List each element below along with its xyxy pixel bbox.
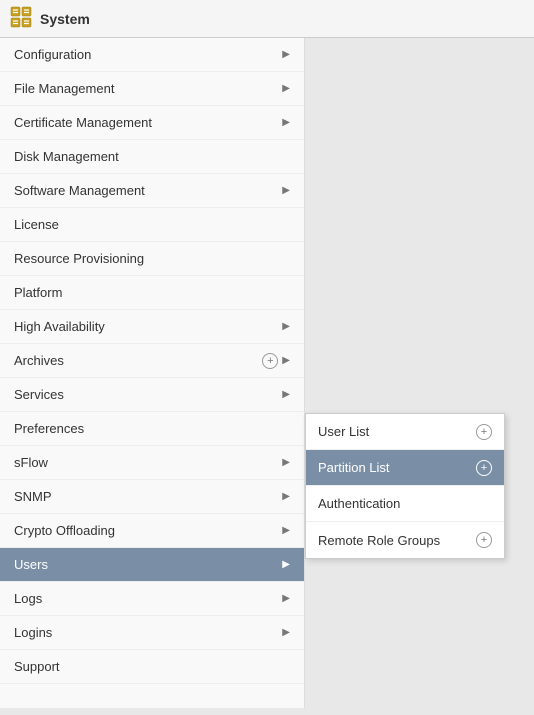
chevron-icon-users: ▶ <box>282 559 290 570</box>
menu-item-archives[interactable]: Archives + ▶ <box>0 344 304 378</box>
menu-item-label-sflow: sFlow <box>14 455 48 470</box>
submenu-item-remote-role-groups[interactable]: Remote Role Groups + <box>306 522 504 558</box>
chevron-icon-archives: ▶ <box>282 355 290 366</box>
plus-icon-sub-user-list[interactable]: + <box>476 424 492 440</box>
menu-item-label-logs: Logs <box>14 591 42 606</box>
page-title: System <box>40 11 90 27</box>
menu-item-label-configuration: Configuration <box>14 47 91 62</box>
menu-item-platform[interactable]: Platform <box>0 276 304 310</box>
menu-item-configuration[interactable]: Configuration ▶ <box>0 38 304 72</box>
submenu-item-label-partition-list: Partition List <box>318 460 390 475</box>
chevron-icon-high-availability: ▶ <box>282 321 290 332</box>
menu-item-label-file-management: File Management <box>14 81 114 96</box>
plus-icon-sub-partition-list[interactable]: + <box>476 460 492 476</box>
primary-menu: Configuration▶File Management▶Certificat… <box>0 38 305 708</box>
chevron-icon-logs: ▶ <box>282 593 290 604</box>
submenu-item-authentication[interactable]: Authentication <box>306 486 504 522</box>
menu-item-preferences[interactable]: Preferences <box>0 412 304 446</box>
menu-item-logins[interactable]: Logins ▶ <box>0 616 304 650</box>
plus-icon-archives[interactable]: + <box>262 353 278 369</box>
menu-item-label-license: License <box>14 217 59 232</box>
menu-item-crypto-offloading[interactable]: Crypto Offloading ▶ <box>0 514 304 548</box>
chevron-icon-logins: ▶ <box>282 627 290 638</box>
menu-item-resource-provisioning[interactable]: Resource Provisioning <box>0 242 304 276</box>
menu-item-snmp[interactable]: SNMP ▶ <box>0 480 304 514</box>
menu-item-disk-management[interactable]: Disk Management <box>0 140 304 174</box>
submenu-item-user-list[interactable]: User List + <box>306 414 504 450</box>
menu-item-label-platform: Platform <box>14 285 62 300</box>
menu-item-services[interactable]: Services ▶ <box>0 378 304 412</box>
menu-item-software-management[interactable]: Software Management ▶ <box>0 174 304 208</box>
menu-item-file-management[interactable]: File Management ▶ <box>0 72 304 106</box>
menu-item-label-logins: Logins <box>14 625 52 640</box>
menu-item-label-users: Users <box>14 557 48 572</box>
menu-item-logs[interactable]: Logs ▶ <box>0 582 304 616</box>
submenu-item-label-user-list: User List <box>318 424 369 439</box>
chevron-icon-software-management: ▶ <box>282 185 290 196</box>
menu-item-label-certificate-management: Certificate Management <box>14 115 152 130</box>
chevron-icon-snmp: ▶ <box>282 491 290 502</box>
menu-item-support[interactable]: Support <box>0 650 304 684</box>
system-icon <box>10 6 32 31</box>
chevron-icon-services: ▶ <box>282 389 290 400</box>
chevron-icon-configuration: ▶ <box>282 49 290 60</box>
submenu-item-label-remote-role-groups: Remote Role Groups <box>318 533 440 548</box>
menu-item-sflow[interactable]: sFlow ▶ <box>0 446 304 480</box>
chevron-icon-file-management: ▶ <box>282 83 290 94</box>
submenu-item-label-authentication: Authentication <box>318 496 400 511</box>
menu-item-label-preferences: Preferences <box>14 421 84 436</box>
menu-item-high-availability[interactable]: High Availability ▶ <box>0 310 304 344</box>
menu-item-license[interactable]: License <box>0 208 304 242</box>
chevron-icon-crypto-offloading: ▶ <box>282 525 290 536</box>
plus-icon-sub-remote-role-groups[interactable]: + <box>476 532 492 548</box>
submenu-item-partition-list[interactable]: Partition List + <box>306 450 504 486</box>
menu-item-label-crypto-offloading: Crypto Offloading <box>14 523 115 538</box>
chevron-icon-sflow: ▶ <box>282 457 290 468</box>
menu-item-certificate-management[interactable]: Certificate Management ▶ <box>0 106 304 140</box>
menu-item-label-support: Support <box>14 659 60 674</box>
menu-item-label-archives: Archives <box>14 353 64 368</box>
header: System <box>0 0 534 38</box>
menu-item-label-snmp: SNMP <box>14 489 52 504</box>
menu-item-label-resource-provisioning: Resource Provisioning <box>14 251 144 266</box>
menu-item-label-services: Services <box>14 387 64 402</box>
chevron-icon-certificate-management: ▶ <box>282 117 290 128</box>
menu-item-users[interactable]: Users ▶ <box>0 548 304 582</box>
secondary-menu: User List + Partition List + Authentication R… <box>305 413 505 559</box>
menu-item-label-software-management: Software Management <box>14 183 145 198</box>
menu-item-label-disk-management: Disk Management <box>14 149 119 164</box>
menu-item-label-high-availability: High Availability <box>14 319 105 334</box>
